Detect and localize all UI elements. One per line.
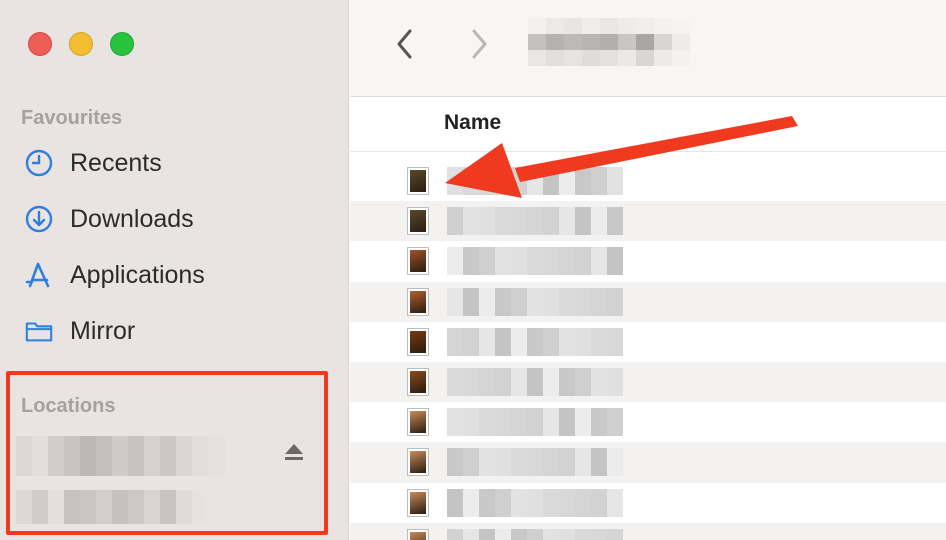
table-row[interactable] [350, 201, 946, 242]
name-column-header[interactable]: Name [444, 111, 501, 135]
file-name-redacted [447, 247, 623, 276]
table-row[interactable] [350, 361, 946, 403]
location-item-redacted[interactable] [16, 436, 226, 476]
minimize-button[interactable] [69, 32, 93, 56]
table-row[interactable] [350, 522, 946, 540]
chevron-right-icon [472, 29, 487, 59]
zoom-button[interactable] [110, 32, 134, 56]
file-name-redacted [447, 327, 623, 356]
sidebar-item-label: Recents [70, 148, 162, 177]
file-name-redacted [447, 448, 623, 477]
favourites-section-title: Favourites [21, 107, 123, 129]
file-name-redacted [447, 528, 623, 540]
sidebar-item-label: Applications [70, 260, 205, 289]
image-file-icon [407, 488, 429, 517]
image-file-icon [407, 448, 429, 477]
window-title-redacted [528, 18, 690, 66]
file-browser-pane: Name [350, 0, 946, 540]
sidebar-item-applications[interactable]: Applications [24, 257, 205, 293]
table-row[interactable] [350, 161, 946, 201]
close-button[interactable] [28, 32, 52, 56]
table-row[interactable] [350, 442, 946, 483]
image-file-icon [407, 207, 429, 236]
window-controls [28, 32, 134, 56]
back-button[interactable] [390, 24, 420, 64]
eject-icon[interactable] [283, 441, 305, 463]
table-row[interactable] [350, 241, 946, 281]
image-file-icon [407, 327, 429, 356]
sidebar-item-label: Downloads [70, 204, 194, 233]
chevron-left-icon [397, 29, 412, 59]
file-list [350, 161, 946, 540]
folder-icon [24, 316, 54, 346]
image-file-icon [407, 167, 429, 195]
file-name-redacted [447, 367, 623, 396]
image-file-icon [407, 247, 429, 276]
download-icon [24, 204, 54, 234]
sidebar-item-downloads[interactable]: Downloads [24, 201, 194, 237]
image-file-icon [407, 408, 429, 437]
sidebar: Favourites Recents Downloads Application… [0, 0, 349, 540]
table-row[interactable] [350, 281, 946, 322]
image-file-icon [407, 528, 429, 540]
file-name-redacted [447, 207, 623, 236]
list-header: Name [350, 97, 946, 152]
sidebar-item-recents[interactable]: Recents [24, 145, 162, 181]
table-row[interactable] [350, 483, 946, 523]
file-name-redacted [447, 167, 623, 195]
table-row[interactable] [350, 402, 946, 442]
file-name-redacted [447, 408, 623, 437]
sidebar-item-label: Mirror [70, 316, 136, 345]
image-file-icon [407, 287, 429, 316]
sidebar-item-mirror[interactable]: Mirror [24, 313, 135, 349]
table-row[interactable] [350, 322, 946, 362]
file-name-redacted [447, 488, 623, 517]
clock-icon [24, 148, 54, 178]
image-file-icon [407, 367, 429, 396]
file-name-redacted [447, 287, 623, 316]
location-item-redacted[interactable] [16, 490, 206, 524]
forward-button[interactable] [464, 24, 494, 64]
toolbar [350, 0, 946, 97]
applications-icon [24, 260, 54, 290]
